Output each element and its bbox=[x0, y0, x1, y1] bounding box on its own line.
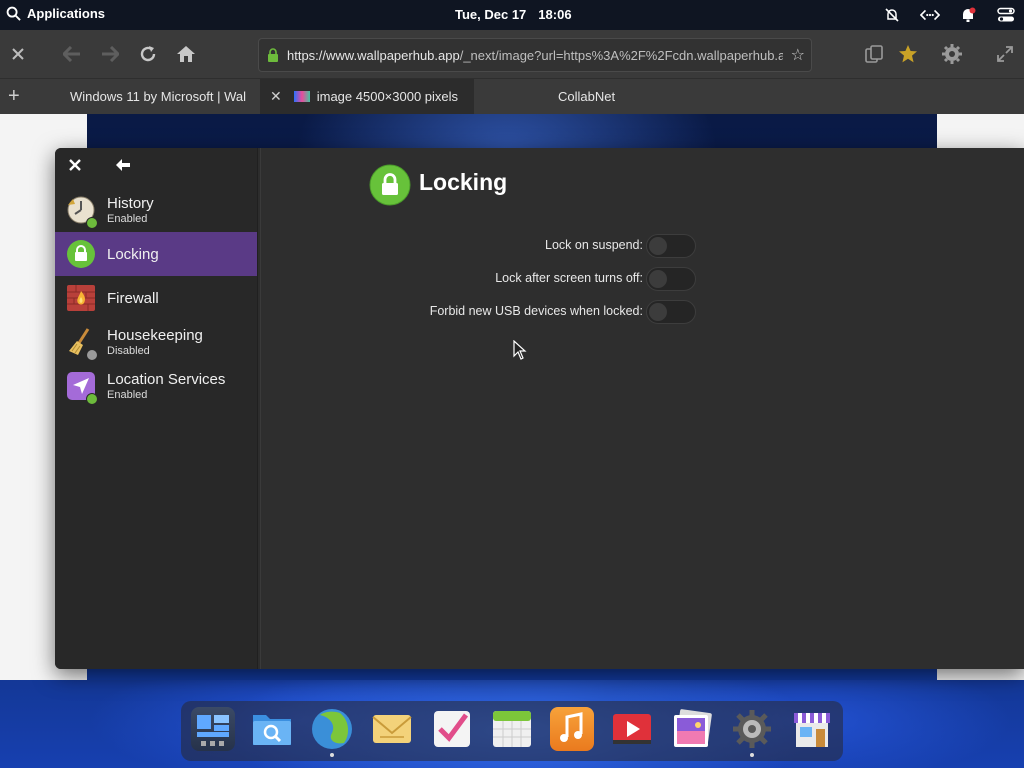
secure-lock-icon bbox=[268, 48, 278, 62]
sidebar: History Enabled Locking Firewall Houseke… bbox=[55, 148, 258, 669]
clock-time: 18:06 bbox=[538, 7, 572, 22]
tab-windows-11[interactable]: Windows 11 by Microsoft | Wall bbox=[70, 79, 246, 114]
calendar-icon[interactable] bbox=[490, 707, 534, 751]
sidebar-item-location-services[interactable]: Location Services Enabled bbox=[55, 364, 257, 408]
mail-envelope-icon[interactable] bbox=[370, 707, 414, 751]
status-dot-enabled bbox=[86, 217, 98, 229]
fullscreen-icon[interactable] bbox=[993, 42, 1017, 66]
new-tab-plus-icon[interactable]: + bbox=[8, 85, 20, 108]
address-bar[interactable]: https://www.wallpaperhub.app/_next/image… bbox=[258, 38, 812, 72]
settings-content: Locking Lock on suspend: Lock after scre… bbox=[260, 148, 1024, 669]
applications-menu[interactable]: Applications bbox=[6, 6, 105, 21]
status-dot-disabled bbox=[86, 349, 98, 361]
sidebar-item-status: Disabled bbox=[107, 345, 150, 357]
network-icon[interactable] bbox=[920, 5, 940, 25]
close-icon bbox=[69, 159, 81, 171]
top-panel: Applications Tue, Dec 17 18:06 bbox=[0, 0, 1024, 30]
sidebar-item-housekeeping[interactable]: Housekeeping Disabled bbox=[55, 320, 257, 364]
url-path: /_next/image?url=https%3A%2F%2Fcdn.wallp… bbox=[459, 47, 783, 63]
sidebar-item-status: Enabled bbox=[107, 213, 148, 225]
tasks-checkmark-icon[interactable] bbox=[430, 707, 474, 751]
running-indicator bbox=[330, 753, 334, 757]
setting-forbid-usb: Forbid new USB devices when locked: bbox=[261, 300, 801, 324]
setting-lock-on-suspend: Lock on suspend: bbox=[261, 234, 801, 258]
app-center-store-icon[interactable] bbox=[790, 707, 834, 751]
system-settings-gear-icon[interactable] bbox=[730, 707, 774, 751]
status-dot-enabled bbox=[86, 393, 98, 405]
url-text: https://www.wallpaperhub.app/_next/image… bbox=[287, 48, 783, 63]
browser-toolbar: https://www.wallpaperhub.app/_next/image… bbox=[0, 30, 1024, 79]
clock-date: Tue, Dec 17 bbox=[455, 7, 527, 22]
tab-label: Windows 11 by Microsoft | Wall bbox=[70, 89, 246, 104]
mouse-pointer-icon bbox=[513, 340, 527, 360]
sidebar-item-firewall[interactable]: Firewall bbox=[55, 276, 257, 320]
running-indicator bbox=[750, 753, 754, 757]
sidebar-item-label: History bbox=[107, 195, 154, 212]
tab-label: image 4500×3000 pixels bbox=[316, 89, 459, 104]
lock-on-suspend-switch[interactable] bbox=[646, 234, 696, 258]
lock-after-screen-off-switch[interactable] bbox=[646, 267, 696, 291]
switch-knob bbox=[649, 303, 667, 321]
forbid-usb-switch[interactable] bbox=[646, 300, 696, 324]
sidebar-item-history[interactable]: History Enabled bbox=[55, 188, 257, 232]
notifications-bell-icon[interactable] bbox=[958, 5, 978, 25]
bookmarks-star-icon[interactable] bbox=[896, 42, 920, 66]
back-arrow-icon bbox=[116, 159, 130, 171]
url-domain: https://www.wallpaperhub.app bbox=[287, 47, 460, 63]
setting-lock-after-screen-off: Lock after screen turns off: bbox=[261, 267, 801, 291]
web-browser-globe-icon[interactable] bbox=[310, 707, 354, 751]
back-arrow-icon[interactable] bbox=[60, 42, 84, 66]
reload-icon[interactable] bbox=[136, 42, 160, 66]
page-title: Locking bbox=[419, 169, 508, 195]
tab-label: CollabNet bbox=[558, 89, 616, 104]
security-privacy-window: History Enabled Locking Firewall Houseke… bbox=[55, 148, 1024, 669]
tab-collabnet[interactable]: CollabNet bbox=[558, 79, 678, 114]
bookmark-star-outline-icon[interactable]: ☆ bbox=[791, 45, 805, 65]
dock bbox=[181, 701, 843, 761]
tab-bar: + Windows 11 by Microsoft | Wall ✕ image… bbox=[0, 79, 1024, 114]
lock-icon bbox=[67, 240, 95, 268]
clock[interactable]: Tue, Dec 17 18:06 bbox=[455, 7, 572, 22]
back-button[interactable] bbox=[115, 158, 135, 178]
close-tab-icon[interactable]: ✕ bbox=[270, 88, 282, 105]
lock-large-icon bbox=[369, 164, 411, 206]
copy-window-icon[interactable] bbox=[862, 42, 886, 66]
videos-play-icon[interactable] bbox=[610, 707, 654, 751]
sidebar-header bbox=[55, 148, 257, 188]
tab-image[interactable]: ✕ image 4500×3000 pixels bbox=[260, 79, 474, 114]
sidebar-item-label: Locking bbox=[107, 245, 159, 263]
photos-icon[interactable] bbox=[670, 707, 714, 751]
music-note-icon[interactable] bbox=[550, 707, 594, 751]
sidebar-item-locking[interactable]: Locking bbox=[55, 232, 257, 276]
close-window-button[interactable] bbox=[67, 159, 83, 175]
switch-knob bbox=[649, 237, 667, 255]
setting-label: Forbid new USB devices when locked: bbox=[429, 304, 643, 318]
applications-label: Applications bbox=[27, 6, 106, 21]
setting-label: Lock on suspend: bbox=[545, 238, 643, 252]
sidebar-item-label: Housekeeping bbox=[107, 327, 203, 344]
home-icon[interactable] bbox=[174, 42, 198, 66]
mute-notifications-icon[interactable] bbox=[882, 5, 902, 25]
search-icon bbox=[6, 6, 21, 21]
forward-arrow-icon[interactable] bbox=[98, 42, 122, 66]
switch-knob bbox=[649, 270, 667, 288]
sidebar-item-label: Firewall bbox=[107, 289, 159, 307]
image-favicon-icon bbox=[293, 91, 310, 102]
sidebar-item-status: Enabled bbox=[107, 389, 148, 401]
close-window-icon[interactable] bbox=[6, 42, 30, 66]
quick-settings-icon[interactable] bbox=[996, 5, 1016, 25]
firewall-icon bbox=[67, 285, 95, 311]
multitasking-view-icon[interactable] bbox=[191, 707, 235, 751]
sidebar-item-label: Location Services bbox=[107, 371, 226, 388]
setting-label: Lock after screen turns off: bbox=[495, 271, 643, 285]
settings-gear-icon[interactable] bbox=[940, 42, 964, 66]
files-folder-icon[interactable] bbox=[250, 707, 294, 751]
